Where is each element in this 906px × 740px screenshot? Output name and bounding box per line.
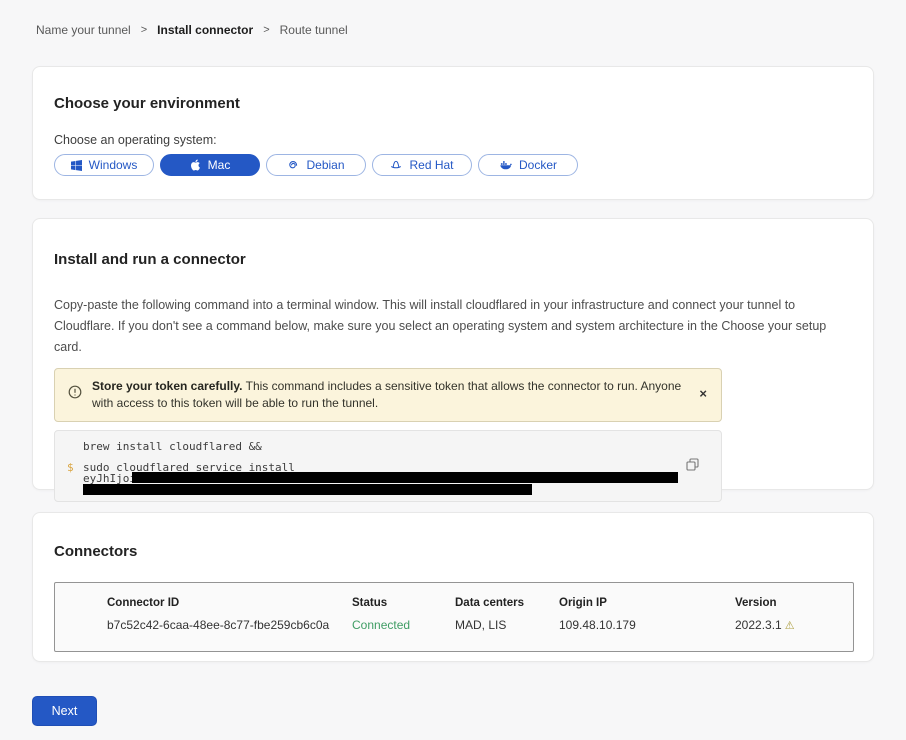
os-button-label: Mac [208,158,231,172]
choose-environment-card: Choose your environment Choose an operat… [32,66,874,200]
os-button-label: Docker [519,158,557,172]
col-header-connector-id: Connector ID [107,597,352,609]
breadcrumb-name-your-tunnel[interactable]: Name your tunnel [36,23,131,37]
docker-icon [499,160,512,171]
col-header-status: Status [352,597,455,609]
connectors-table: Connector ID Status Data centers Origin … [54,582,854,652]
os-button-windows[interactable]: Windows [54,154,154,176]
os-select-label: Choose an operating system: [54,133,852,147]
connectors-card-title: Connectors [54,543,852,560]
col-header-data-centers: Data centers [455,597,559,609]
install-connector-card: Install and run a connector Copy-paste t… [32,218,874,490]
redhat-icon [390,159,402,171]
breadcrumb-install-connector[interactable]: Install connector [157,23,253,37]
shell-prompt: $ [67,461,74,474]
apple-icon [190,159,201,171]
warning-message-bold: Store your token carefully. [92,379,243,393]
breadcrumb-separator: > [141,24,147,36]
table-row: b7c52c42-6caa-48ee-8c77-fbe259cb6c0a Con… [107,618,853,632]
environment-card-title: Choose your environment [54,95,852,112]
close-icon[interactable]: × [699,387,707,400]
breadcrumb-separator: > [263,24,269,36]
connector-id-value: b7c52c42-6caa-48ee-8c77-fbe259cb6c0a [107,618,352,632]
os-button-group: Windows Mac Debian Red Hat [54,154,852,176]
os-button-docker[interactable]: Docker [478,154,578,176]
col-header-version: Version [735,597,853,609]
alert-circle-icon [68,385,82,404]
os-button-mac[interactable]: Mac [160,154,260,176]
token-warning-banner: Store your token carefully. This command… [54,368,722,422]
data-centers-value: MAD, LIS [455,618,559,632]
connectors-table-header-row: Connector ID Status Data centers Origin … [107,597,853,609]
redacted-token-bar [132,472,678,483]
breadcrumb-route-tunnel[interactable]: Route tunnel [280,23,348,37]
warning-triangle-icon: ⚠ [785,619,795,632]
os-button-label: Red Hat [409,158,453,172]
os-button-redhat[interactable]: Red Hat [372,154,472,176]
os-button-debian[interactable]: Debian [266,154,366,176]
col-header-origin-ip: Origin IP [559,597,735,609]
os-button-label: Windows [89,158,138,172]
status-badge: Connected [352,618,455,632]
redacted-token-bar [83,484,532,495]
connectors-card: Connectors Connector ID Status Data cent… [32,512,874,662]
origin-ip-value: 109.48.10.179 [559,618,735,632]
os-button-label: Debian [306,158,344,172]
tunnel-setup-page: Name your tunnel > Install connector > R… [0,0,906,740]
debian-icon [287,159,299,171]
install-description: Copy-paste the following command into a … [54,295,852,358]
version-value: 2022.3.1⚠ [735,618,853,632]
install-card-title: Install and run a connector [54,251,852,268]
next-button[interactable]: Next [32,696,97,726]
code-line-brew: brew install cloudflared && [83,440,262,453]
windows-icon [71,160,82,171]
install-command-code-block: brew install cloudflared && $ sudo cloud… [54,430,722,502]
version-number: 2022.3.1 [735,618,782,632]
breadcrumb: Name your tunnel > Install connector > R… [36,23,348,37]
warning-message: Store your token carefully. This command… [92,378,685,412]
copy-icon[interactable] [686,458,699,474]
